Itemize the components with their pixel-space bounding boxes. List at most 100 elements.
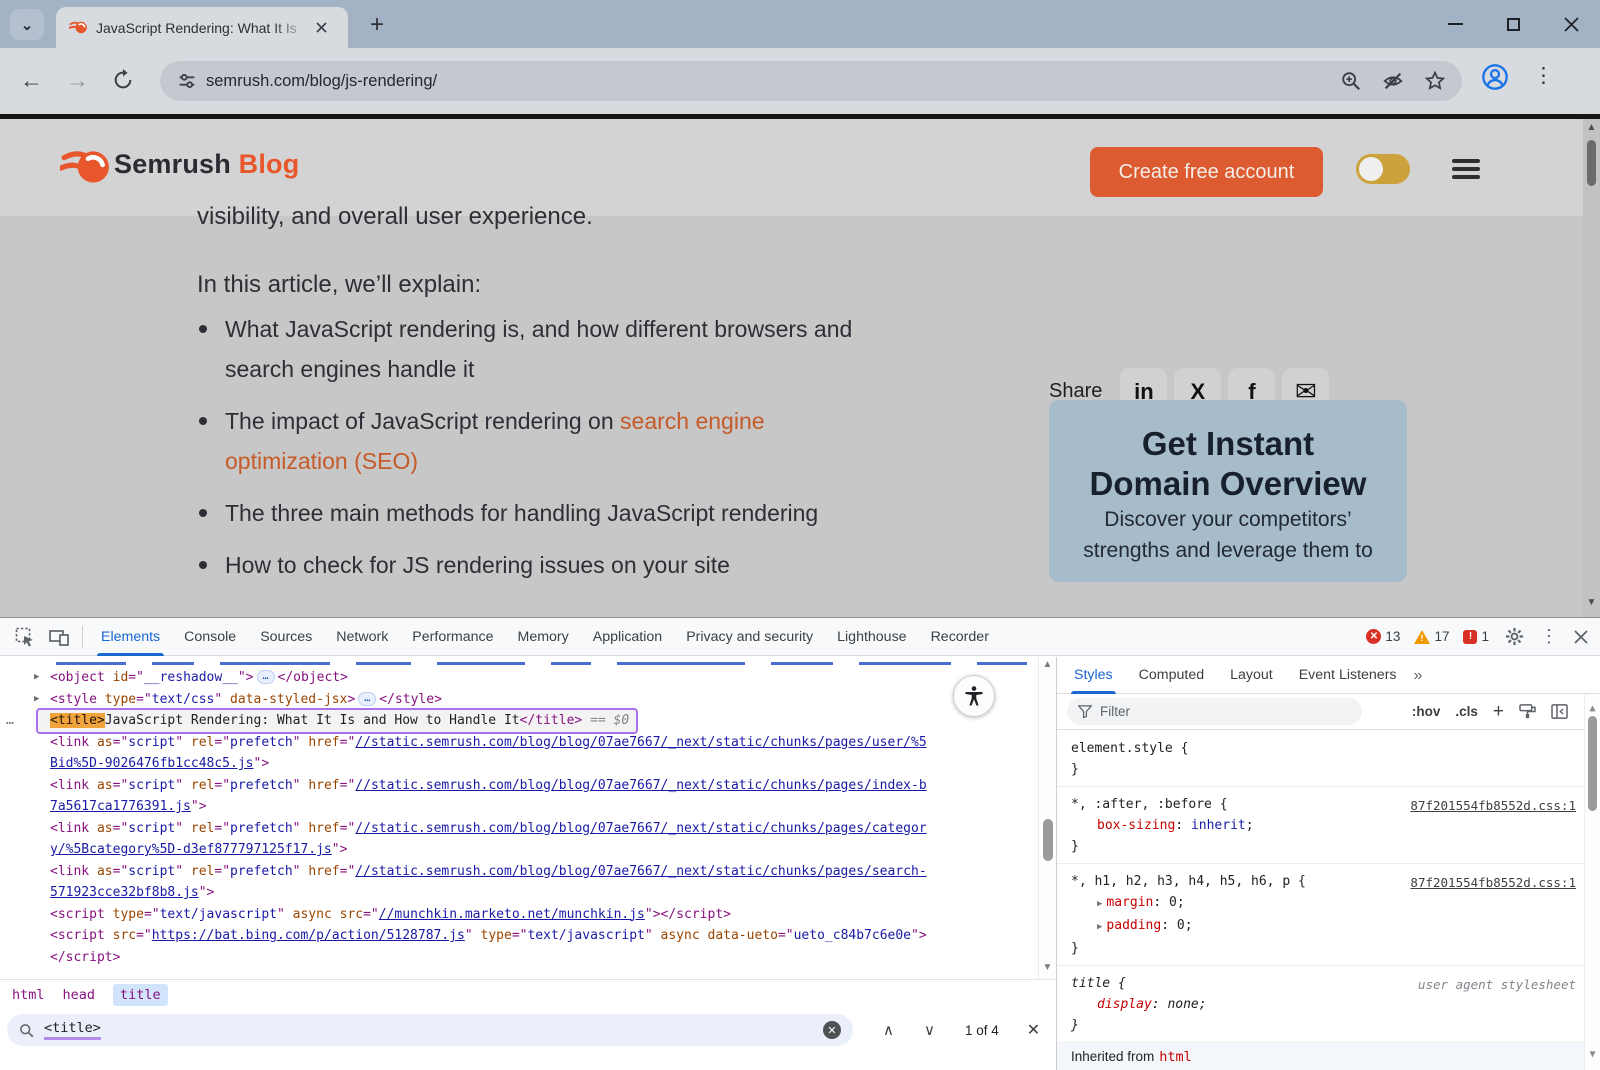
css-property[interactable]: display: none;	[1071, 994, 1584, 1015]
rendering-emulation-icon[interactable]	[1519, 704, 1536, 719]
devtools-tab-lighthouse[interactable]: Lighthouse	[825, 618, 918, 656]
browser-menu-icon[interactable]: ⋮	[1533, 63, 1554, 88]
css-rule[interactable]: element.style {}	[1057, 731, 1584, 787]
css-rule[interactable]: title {user agent stylesheetdisplay: non…	[1057, 966, 1584, 1043]
devtools-close-icon[interactable]	[1574, 630, 1588, 644]
css-property[interactable]: box-sizing: inherit;	[1071, 815, 1584, 836]
scroll-up-icon[interactable]: ▲	[1039, 659, 1056, 670]
class-toggle-button[interactable]: .cls	[1455, 701, 1478, 722]
dom-node-row[interactable]: …<title>JavaScript Rendering: What It Is…	[0, 710, 1038, 732]
stylesheet-source-link[interactable]: 87f201554fb8552d.css:1	[1410, 795, 1576, 816]
domain-overview-card[interactable]: Get Instant Domain Overview Discover you…	[1049, 400, 1407, 582]
reload-button[interactable]	[112, 69, 134, 91]
previous-match-icon[interactable]: ∧	[883, 1021, 894, 1039]
scrollbar-thumb[interactable]	[1043, 819, 1053, 861]
dom-node-row[interactable]: <link as="script" rel="prefetch" href="/…	[0, 732, 1038, 754]
rule-selector[interactable]: element.style {	[1071, 738, 1584, 759]
dom-node-row[interactable]: <script src="https://bat.bing.com/p/acti…	[0, 925, 1038, 947]
expand-arrow-icon[interactable]: ▶	[34, 689, 39, 711]
dom-node-row[interactable]: Bid%5D-9026476fb1cc48c5.js">	[0, 753, 1038, 775]
error-badge[interactable]: ✕13	[1366, 629, 1400, 644]
styles-tab-computed[interactable]: Computed	[1126, 657, 1217, 694]
breadcrumb-item-title[interactable]: title	[113, 984, 168, 1006]
eye-off-icon[interactable]	[1382, 70, 1404, 92]
dom-node-row[interactable]: <link as="script" rel="prefetch" href="/…	[0, 818, 1038, 840]
scrollbar-thumb[interactable]	[1587, 140, 1596, 186]
stylesheet-source-link[interactable]: 87f201554fb8552d.css:1	[1410, 872, 1576, 893]
devtools-menu-icon[interactable]: ⋮	[1540, 626, 1558, 647]
inline-link[interactable]: optimization (SEO)	[225, 448, 418, 474]
scroll-down-icon[interactable]: ▼	[1039, 962, 1056, 973]
forward-button[interactable]: →	[66, 66, 89, 94]
close-window-button[interactable]	[1542, 0, 1600, 48]
scroll-up-icon[interactable]: ▲	[1583, 122, 1600, 133]
tab-search-button[interactable]: ⌄	[10, 9, 44, 40]
more-tabs-icon[interactable]: »	[1414, 665, 1421, 686]
tab-close-icon[interactable]	[310, 17, 332, 39]
next-match-icon[interactable]: ∨	[924, 1021, 935, 1039]
dom-node-row[interactable]: <link as="script" rel="prefetch" href="/…	[0, 861, 1038, 883]
dom-node-row[interactable]: <script type="text/javascript" async src…	[0, 904, 1038, 926]
device-toolbar-icon[interactable]	[49, 627, 69, 647]
maximize-button[interactable]	[1484, 0, 1542, 48]
browser-tab[interactable]: JavaScript Rendering: What It Is	[56, 7, 348, 48]
styles-filter-input[interactable]: Filter	[1067, 698, 1362, 725]
url-text[interactable]: semrush.com/blog/js-rendering/	[206, 72, 437, 91]
minimize-button[interactable]	[1426, 0, 1484, 48]
styles-tab-layout[interactable]: Layout	[1217, 657, 1286, 694]
site-settings-icon[interactable]	[176, 70, 198, 92]
devtools-tab-console[interactable]: Console	[172, 618, 248, 656]
devtools-tab-recorder[interactable]: Recorder	[919, 618, 1001, 656]
styles-scrollbar[interactable]: ▲ ▼	[1584, 694, 1600, 1070]
close-search-icon[interactable]: ✕	[1027, 1020, 1040, 1040]
profile-icon[interactable]	[1481, 63, 1509, 91]
back-button[interactable]: ←	[20, 66, 43, 94]
toggle-sidebar-icon[interactable]	[1551, 704, 1568, 719]
hover-state-button[interactable]: :hov	[1412, 701, 1441, 722]
bookmark-star-icon[interactable]	[1424, 70, 1446, 92]
new-style-rule-icon[interactable]: +	[1493, 701, 1504, 722]
devtools-tab-elements[interactable]: Elements	[89, 618, 172, 656]
selected-dom-node[interactable]: <title>JavaScript Rendering: What It Is …	[38, 710, 636, 732]
dom-node-row[interactable]: <link as="script" rel="prefetch" href="/…	[0, 775, 1038, 797]
dom-node-row[interactable]: 571923cce32bf8b8.js">	[0, 882, 1038, 904]
devtools-tab-privacy-and-security[interactable]: Privacy and security	[674, 618, 825, 656]
search-query[interactable]: <title>	[44, 1020, 101, 1040]
dom-node-row[interactable]: </script>	[0, 947, 1038, 969]
search-input[interactable]: <title> ✕	[7, 1014, 853, 1046]
header-toggle[interactable]	[1356, 154, 1410, 184]
menu-icon[interactable]	[1452, 159, 1480, 183]
dom-node-row[interactable]: y/%5Bcategory%5D-d3ef877797125f17.js">	[0, 839, 1038, 861]
styles-tab-event-listeners[interactable]: Event Listeners	[1286, 657, 1410, 694]
devtools-tab-application[interactable]: Application	[581, 618, 674, 656]
devtools-tab-performance[interactable]: Performance	[400, 618, 505, 656]
new-tab-button[interactable]: +	[362, 10, 392, 40]
scrollbar-thumb[interactable]	[1588, 716, 1597, 811]
issues-badge[interactable]: !1	[1463, 629, 1489, 644]
breadcrumb-item-head[interactable]: head	[63, 987, 96, 1003]
dom-node-row[interactable]: ▶<object id="__reshadow__">…</object>	[0, 667, 1038, 689]
scroll-down-icon[interactable]: ▼	[1585, 1044, 1600, 1065]
zoom-icon[interactable]	[1340, 70, 1362, 92]
dom-node-row[interactable]: 7a5617ca1776391.js">	[0, 796, 1038, 818]
inspect-element-icon[interactable]	[15, 627, 35, 647]
css-property[interactable]: ▶margin: 0;	[1071, 892, 1584, 915]
styles-tab-styles[interactable]: Styles	[1061, 657, 1126, 694]
warning-badge[interactable]: !17	[1414, 629, 1449, 644]
expand-arrow-icon[interactable]: ▶	[1097, 899, 1102, 909]
site-brand[interactable]: Semrush Blog	[114, 149, 299, 180]
devtools-tab-network[interactable]: Network	[324, 618, 400, 656]
clear-search-icon[interactable]: ✕	[823, 1021, 841, 1039]
devtools-tab-memory[interactable]: Memory	[506, 618, 581, 656]
expand-arrow-icon[interactable]: ▶	[1097, 922, 1102, 932]
create-account-button[interactable]: Create free account	[1090, 147, 1323, 197]
collapsed-content-icon[interactable]: …	[358, 692, 376, 706]
url-bar[interactable]: semrush.com/blog/js-rendering/	[160, 61, 1462, 101]
dom-scrollbar[interactable]: ▲ ▼	[1038, 657, 1056, 979]
scroll-down-icon[interactable]: ▼	[1583, 597, 1600, 608]
css-rule[interactable]: *, :after, :before {87f201554fb8552d.css…	[1057, 787, 1584, 864]
css-property[interactable]: ▶padding: 0;	[1071, 915, 1584, 938]
inline-link[interactable]: search engine	[620, 408, 765, 434]
devtools-tab-sources[interactable]: Sources	[248, 618, 324, 656]
semrush-logo-icon[interactable]	[60, 146, 112, 188]
